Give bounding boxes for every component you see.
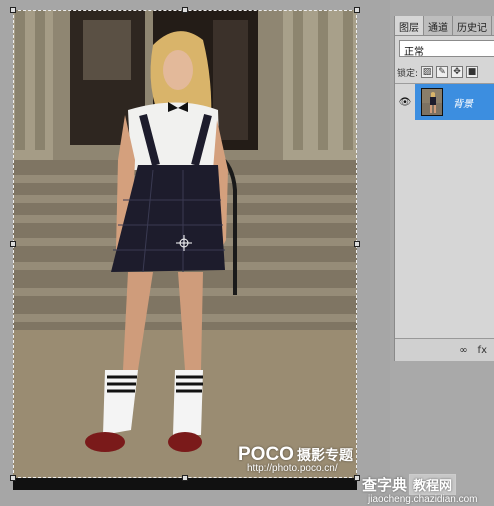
lock-row: 锁定: ▨ ✎ ✥ ■: [397, 64, 494, 80]
poco-logo-suffix: 摄影专题: [296, 447, 353, 463]
poco-watermark-url: http://photo.poco.cn/: [247, 463, 338, 474]
photo-illustration: [13, 10, 357, 490]
canvas-workspace[interactable]: POCO 摄影专题 http://photo.poco.cn/: [0, 0, 390, 506]
transform-handle-bottom[interactable]: [182, 475, 188, 481]
transform-handle-bottom-right[interactable]: [354, 475, 360, 481]
transform-handle-top-left[interactable]: [10, 7, 16, 13]
site-watermark-url: jiaocheng.chazidian.com: [368, 494, 478, 505]
transform-handle-right[interactable]: [354, 241, 360, 247]
lock-label: 锁定:: [397, 68, 419, 79]
poco-logo-text: POCO: [238, 444, 294, 465]
panel-tabs: 图层 通道 历史记: [395, 16, 494, 36]
lock-image-pixels-icon[interactable]: ✎: [436, 66, 449, 78]
lock-position-icon[interactable]: ✥: [451, 66, 464, 78]
blend-mode-select[interactable]: 正常: [399, 40, 494, 58]
document-photo[interactable]: [13, 10, 357, 490]
visibility-eye-icon[interactable]: 👁: [395, 84, 415, 120]
transform-handle-top-right[interactable]: [354, 7, 360, 13]
panel-footer: ∞ fx: [395, 338, 494, 361]
tab-channels[interactable]: 通道: [424, 16, 453, 35]
layer-name[interactable]: 背景: [453, 95, 473, 110]
layer-thumbnail: [421, 88, 443, 116]
transform-handle-left[interactable]: [10, 241, 16, 247]
layers-panel: 图层 通道 历史记 正常 锁定: ▨ ✎ ✥ ■ 👁 背景 ∞ fx: [394, 16, 494, 361]
transform-handle-top[interactable]: [182, 7, 188, 13]
lock-all-icon[interactable]: ■: [466, 66, 479, 78]
link-icon[interactable]: ∞: [459, 345, 467, 356]
lock-transparency-icon[interactable]: ▨: [421, 66, 434, 78]
tab-history[interactable]: 历史记: [453, 16, 492, 35]
fx-icon[interactable]: fx: [478, 345, 487, 356]
site-watermark: 查字典 教程网: [362, 474, 457, 495]
layer-row-background[interactable]: 👁 背景: [395, 84, 494, 120]
transform-handle-bottom-left[interactable]: [10, 475, 16, 481]
site-watermark-badge: 教程网: [409, 474, 457, 495]
site-watermark-title: 查字典: [362, 477, 408, 494]
tab-layers[interactable]: 图层: [395, 16, 424, 35]
